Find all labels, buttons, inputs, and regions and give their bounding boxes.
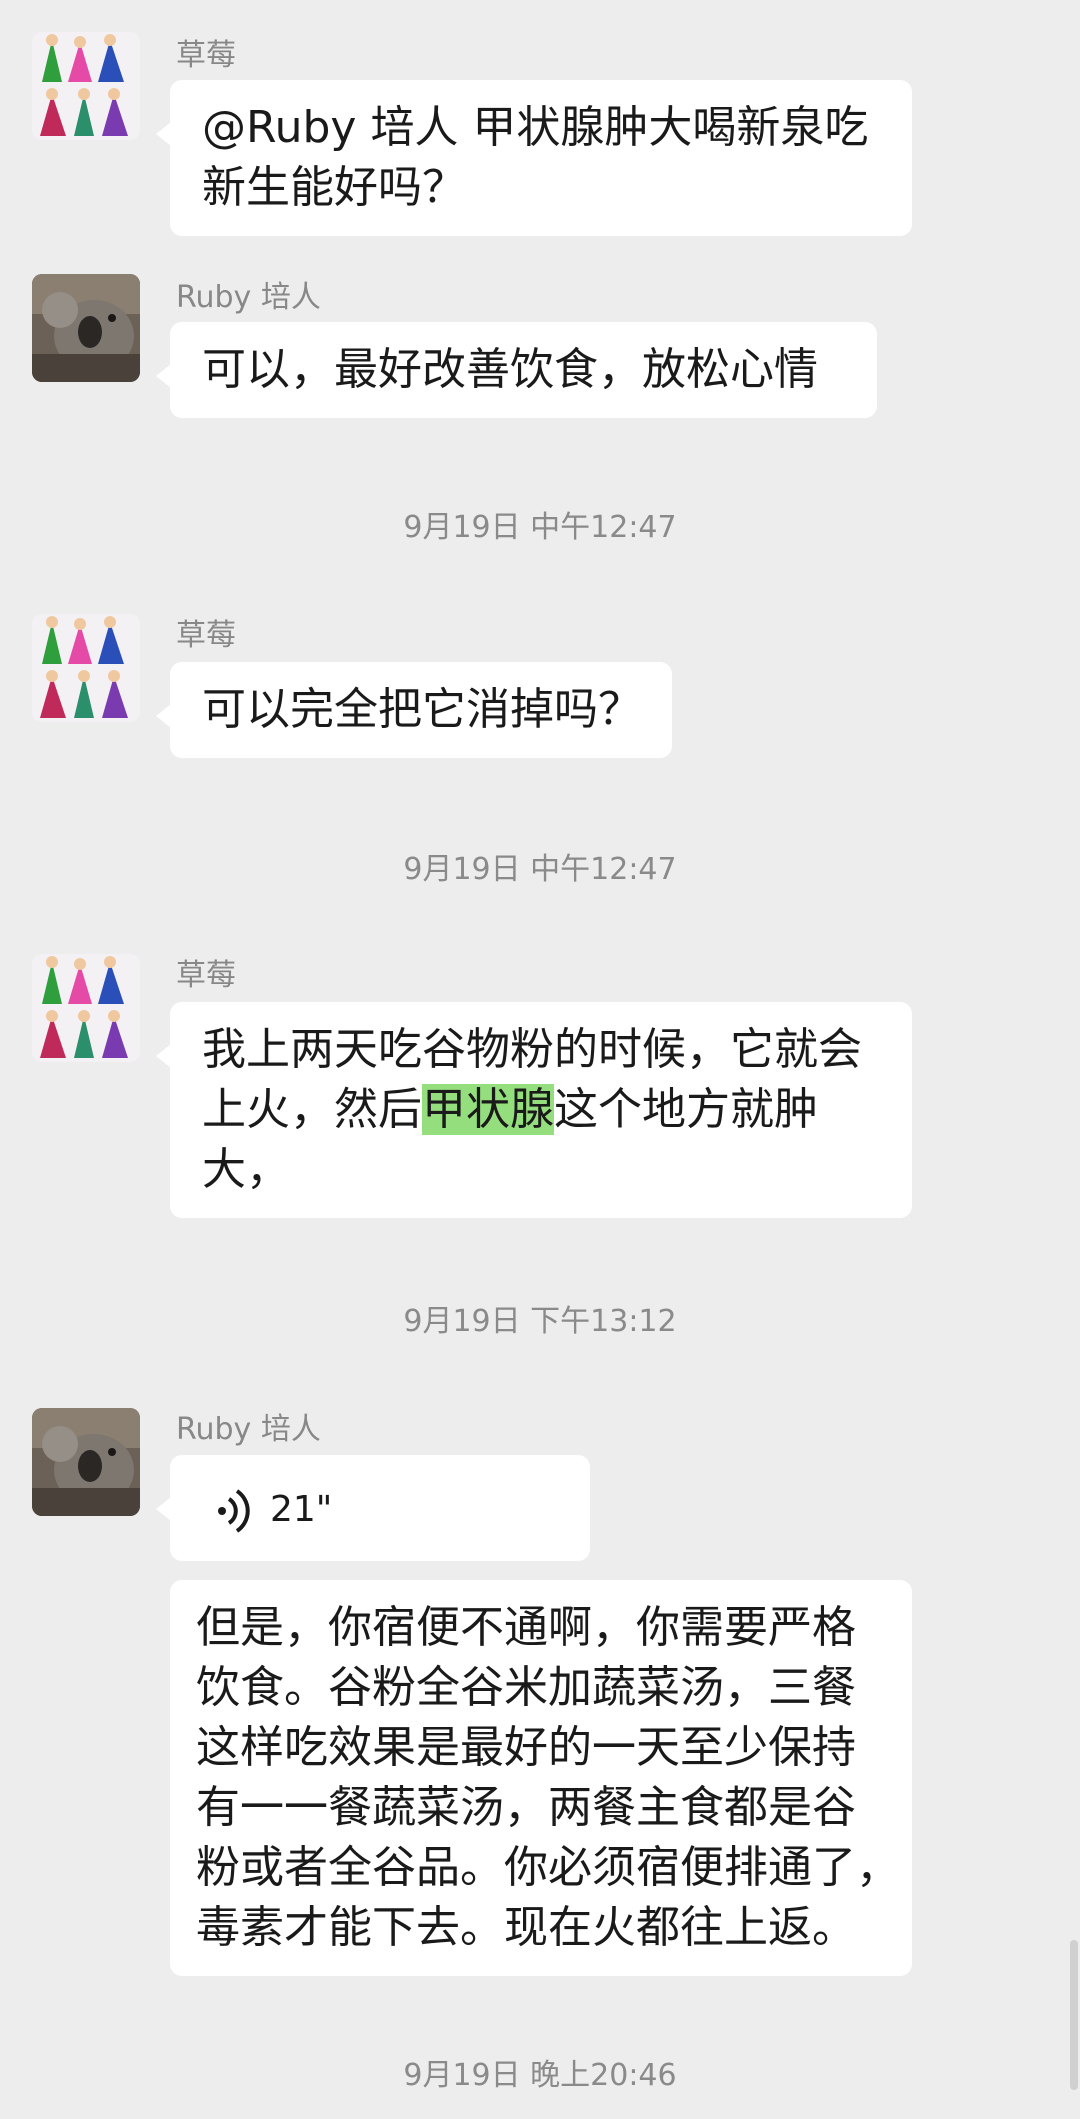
sender-name: 草莓	[176, 38, 236, 73]
message-text-line: 有一一餐蔬菜汤，两餐主食都是谷	[196, 1782, 856, 1833]
avatar-ruby[interactable]	[32, 274, 140, 382]
message-bubble[interactable]: 可以，最好改善饮食，放松心情	[156, 322, 877, 418]
princess-avatar-image	[32, 614, 140, 722]
sender-name: 草莓	[176, 958, 236, 993]
message-bubble[interactable]: 但是，你宿便不通啊，你需要严格 饮食。谷粉全谷米加蔬菜汤，三餐 这样吃效果是最好…	[170, 1580, 912, 1976]
timestamp: 9月19日 中午12:47	[403, 510, 677, 545]
sender-name: 草莓	[176, 618, 236, 653]
avatar-strawberry[interactable]	[32, 32, 140, 140]
message-text-line: 新生能好吗？	[202, 162, 466, 213]
message-text-segment: 这个地方就肿	[554, 1084, 818, 1135]
voice-duration: 21"	[270, 1489, 333, 1530]
voice-message-bubble[interactable]: 21"	[156, 1455, 590, 1561]
message-bubble[interactable]: @Ruby 培人 甲状腺肿大喝新泉吃 新生能好吗？	[156, 80, 912, 236]
message-text-line: 我上两天吃谷物粉的时候，它就会	[202, 1024, 862, 1075]
sender-name: Ruby 培人	[176, 280, 321, 315]
scrollbar[interactable]	[1070, 1940, 1078, 2090]
message-bubble[interactable]: 可以完全把它消掉吗？	[156, 662, 672, 758]
message-text-line: 但是，你宿便不通啊，你需要严格	[196, 1602, 856, 1653]
message-text-line: 饮食。谷粉全谷米加蔬菜汤，三餐	[196, 1662, 856, 1713]
timestamp: 9月19日 下午13:12	[403, 1304, 677, 1339]
avatar-strawberry[interactable]	[32, 954, 140, 1062]
message-text-line: 毒素才能下去。现在火都往上返。	[196, 1902, 856, 1953]
message-text-segment: 上火，然后	[202, 1084, 422, 1135]
koala-avatar-image	[32, 1408, 140, 1516]
voice-wave-icon	[218, 1489, 250, 1533]
message-text-line: 这样吃效果是最好的一天至少保持	[196, 1722, 856, 1773]
message-text-line: 可以完全把它消掉吗？	[202, 684, 642, 735]
timestamp: 9月19日 中午12:47	[403, 852, 677, 887]
koala-avatar-image	[32, 274, 140, 382]
avatar-strawberry[interactable]	[32, 614, 140, 722]
princess-avatar-image	[32, 32, 140, 140]
message-text-line: 可以，最好改善饮食，放松心情	[202, 344, 818, 395]
message-text-line: 大，	[202, 1144, 290, 1195]
sender-name: Ruby 培人	[176, 1412, 321, 1447]
princess-avatar-image	[32, 954, 140, 1062]
message-bubble[interactable]: 我上两天吃谷物粉的时候，它就会 上火，然后甲状腺这个地方就肿 大，	[156, 1002, 912, 1218]
message-text-line: @Ruby 培人 甲状腺肿大喝新泉吃	[202, 102, 869, 153]
timestamp: 9月19日 晚上20:46	[403, 2058, 677, 2093]
avatar-ruby[interactable]	[32, 1408, 140, 1516]
message-text-line: 上火，然后甲状腺这个地方就肿	[202, 1080, 882, 1140]
message-text-line: 粉或者全谷品。你必须宿便排通了，	[196, 1842, 900, 1893]
highlighted-keyword[interactable]: 甲状腺	[422, 1084, 554, 1135]
